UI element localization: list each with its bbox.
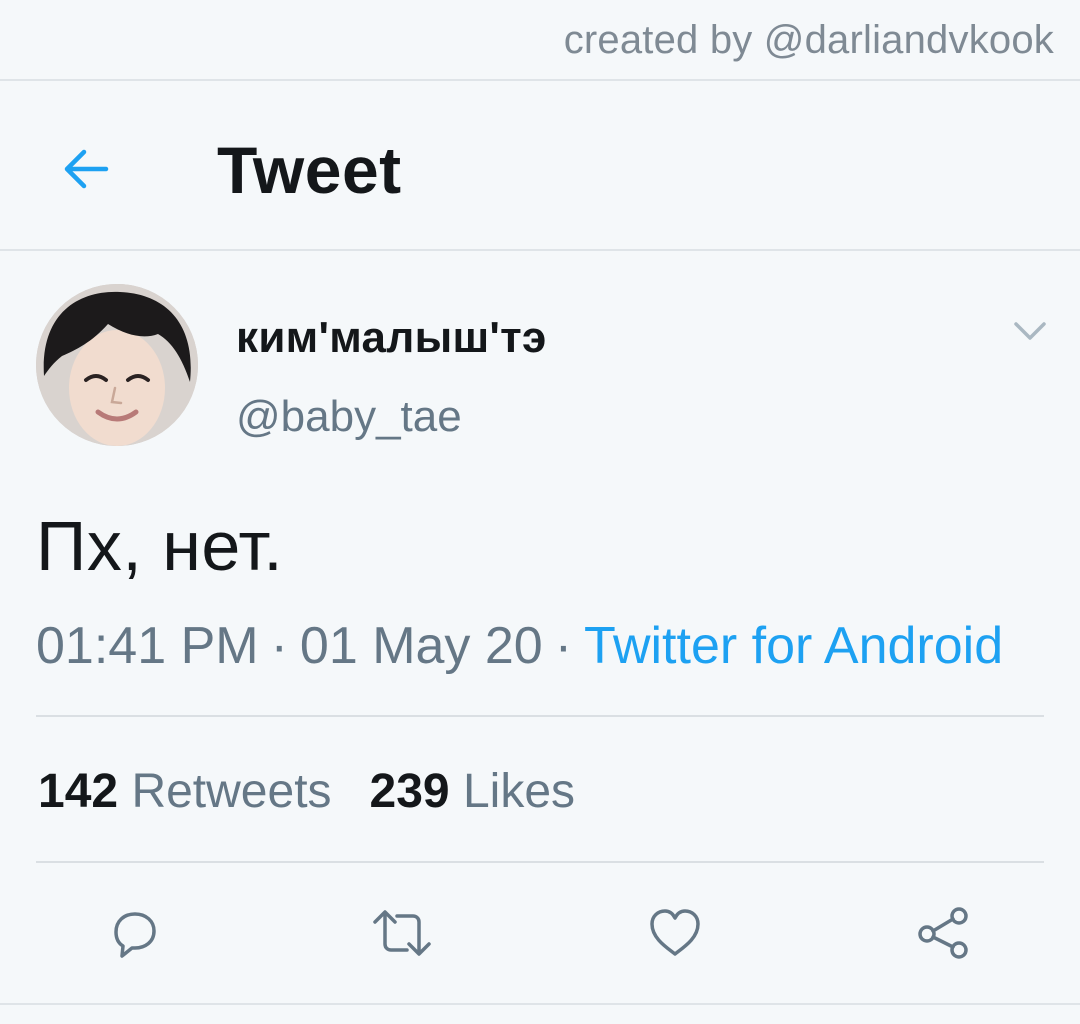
stats-divider bbox=[36, 861, 1044, 863]
reply-icon bbox=[114, 912, 156, 958]
watermark-text: created by @darliandvkook bbox=[563, 18, 1054, 62]
reply-button[interactable] bbox=[104, 902, 166, 964]
likes-label: Likes bbox=[462, 765, 576, 818]
tweet-stats: 142 Retweets 239 Likes bbox=[38, 764, 575, 819]
tweet-time: 01:41 PM bbox=[36, 617, 259, 675]
likes-count: 239 bbox=[369, 765, 450, 818]
retweets-label: Retweets bbox=[131, 765, 332, 818]
like-button[interactable] bbox=[644, 902, 706, 964]
avatar[interactable] bbox=[36, 284, 198, 446]
tweet-source-link[interactable]: Twitter for Android bbox=[584, 617, 1003, 675]
heart-icon bbox=[650, 909, 700, 956]
chevron-down-icon bbox=[1014, 322, 1046, 340]
tweet-text: Пх, нет. bbox=[36, 507, 284, 585]
back-button[interactable] bbox=[56, 139, 116, 199]
share-icon bbox=[918, 907, 968, 959]
likes-stat[interactable]: 239 Likes bbox=[370, 764, 576, 819]
bottom-divider bbox=[0, 1003, 1080, 1005]
top-divider bbox=[0, 79, 1080, 81]
retweets-count: 142 bbox=[38, 765, 119, 818]
meta-divider bbox=[36, 715, 1044, 717]
display-name[interactable]: ким'малыш'тэ bbox=[236, 313, 547, 363]
arrow-left-icon bbox=[64, 149, 109, 189]
share-button[interactable] bbox=[913, 902, 975, 964]
tweet-menu-button[interactable] bbox=[1010, 310, 1050, 350]
tweet-meta: 01:41 PM · 01 May 20 · Twitter for Android bbox=[36, 616, 1003, 676]
retweet-button[interactable] bbox=[371, 902, 433, 964]
tweet-date: 01 May 20 bbox=[299, 617, 543, 675]
meta-separator: · bbox=[270, 617, 288, 675]
avatar-image bbox=[36, 284, 198, 446]
page-title: Tweet bbox=[217, 133, 402, 207]
header-divider bbox=[0, 249, 1080, 251]
retweet-icon bbox=[373, 910, 431, 956]
retweets-stat[interactable]: 142 Retweets bbox=[38, 764, 332, 819]
user-handle[interactable]: @baby_tae bbox=[236, 392, 462, 442]
meta-separator: · bbox=[554, 617, 573, 675]
